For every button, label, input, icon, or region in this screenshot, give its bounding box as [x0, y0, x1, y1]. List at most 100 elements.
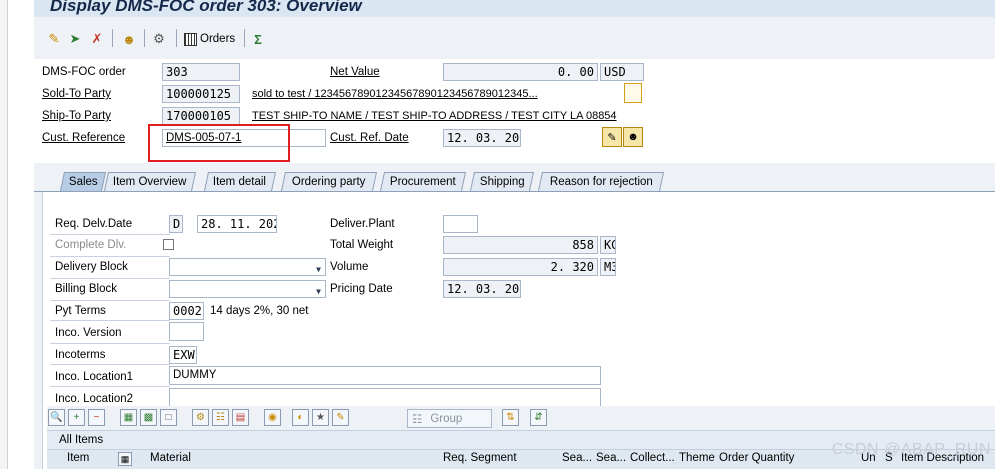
document-flow-icon[interactable]: ⚙ — [150, 30, 168, 48]
column-item[interactable]: Item — [67, 452, 89, 464]
tab-item-overview[interactable]: Item Overview — [103, 172, 197, 191]
display-change-icon[interactable]: ✎ — [45, 30, 63, 48]
tab-label: Item detail — [213, 176, 267, 188]
person-icon[interactable]: ☻ — [623, 127, 643, 147]
pyt-terms-text: 14 days 2%, 30 net — [210, 305, 309, 317]
pyt-terms-label: Pyt Terms — [55, 305, 106, 317]
group-button[interactable]: ☷ Group — [407, 409, 492, 428]
tab-procurement[interactable]: Procurement — [379, 172, 467, 191]
row-divider — [50, 343, 170, 344]
tab-label: Item Overview — [113, 176, 187, 188]
cancel-check-icon[interactable]: ✗ — [88, 30, 106, 48]
tab-ordering-party[interactable]: Ordering party — [280, 172, 378, 191]
weight-unit-field[interactable]: KG — [600, 236, 616, 254]
sort-ascending-icon[interactable]: ⇅ — [502, 409, 519, 426]
sold-to-description[interactable]: sold to test / 1234567890123456789012345… — [252, 88, 617, 100]
table-icon — [184, 32, 197, 46]
column-theme[interactable]: Theme — [679, 452, 715, 464]
column-order-quantity[interactable]: Order Quantity — [719, 452, 794, 464]
forward-icon[interactable]: ➤ — [66, 30, 84, 48]
toolbar-separator — [176, 29, 177, 47]
availability-icon[interactable]: ◐ — [292, 409, 309, 426]
delete-row-icon[interactable]: − — [88, 409, 105, 426]
column-settings-icon[interactable]: ▦ — [118, 452, 132, 466]
cust-ref-date-field[interactable]: 12. 03. 2024 — [443, 129, 521, 147]
sold-to-label[interactable]: Sold-To Party — [42, 88, 111, 100]
select-all-icon[interactable]: ▦ — [120, 409, 137, 426]
sigma-icon[interactable]: Σ — [249, 30, 267, 48]
pricing-icon[interactable]: ★ — [312, 409, 329, 426]
sold-to-field[interactable]: 100000125 — [162, 85, 240, 103]
total-weight-field[interactable]: 858 — [443, 236, 598, 254]
tab-reason-for-rejection[interactable]: Reason for rejection — [537, 172, 665, 191]
tab-label: Procurement — [389, 176, 456, 188]
item-detail-icon[interactable]: 🔍 — [48, 409, 65, 426]
cust-ref-date-label[interactable]: Cust. Ref. Date — [330, 132, 409, 144]
highlight-box — [148, 124, 290, 162]
deliver-plant-field[interactable] — [443, 215, 478, 233]
chevron-down-icon: ▼ — [316, 265, 321, 274]
inco-location2-field[interactable] — [169, 388, 601, 407]
left-frame — [0, 0, 8, 469]
column-req-segment[interactable]: Req. Segment — [443, 452, 517, 464]
ship-to-description[interactable]: TEST SHIP-TO NAME / TEST SHIP-TO ADDRESS… — [252, 110, 652, 122]
net-value-label[interactable]: Net Value — [330, 66, 380, 78]
conditions-icon[interactable]: ☷ — [212, 409, 229, 426]
req-delv-type-field[interactable]: D — [169, 215, 183, 233]
chevron-down-icon: ▼ — [316, 287, 321, 296]
complete-dlv-checkbox[interactable] — [163, 239, 174, 250]
row-divider — [50, 234, 170, 235]
toolbar-separator — [244, 29, 245, 47]
delivery-block-dropdown[interactable]: ▼ — [169, 258, 326, 276]
orders-button[interactable]: Orders — [184, 30, 235, 48]
volume-unit-field[interactable]: M3 — [600, 258, 616, 276]
tab-sales[interactable]: Sales — [59, 172, 107, 191]
column-season-year[interactable]: Sea... — [596, 452, 626, 464]
cust-reference-label[interactable]: Cust. Reference — [42, 132, 125, 144]
row-divider — [50, 320, 170, 321]
billing-block-label: Billing Block — [55, 283, 117, 295]
column-season[interactable]: Sea... — [562, 452, 592, 464]
document-icon[interactable] — [624, 83, 642, 103]
configuration-icon[interactable]: ⚙ — [192, 409, 209, 426]
incoterms-label: Incoterms — [55, 349, 106, 361]
req-delv-date-field[interactable]: 28. 11. 2024 — [197, 215, 277, 233]
column-material[interactable]: Material — [150, 452, 191, 464]
edit-items-icon[interactable]: ✎ — [332, 409, 349, 426]
pricing-date-field[interactable]: 12. 03. 2024 — [443, 280, 521, 298]
order-number-field[interactable]: 303 — [162, 63, 240, 81]
tab-shipping[interactable]: Shipping — [469, 172, 535, 191]
select-block-icon[interactable]: ▩ — [140, 409, 157, 426]
edit-icon[interactable]: ✎ — [602, 127, 622, 147]
currency-field[interactable]: USD — [600, 63, 644, 81]
req-delv-date-label: Req. Delv.Date — [55, 218, 133, 230]
row-divider — [50, 300, 170, 301]
tab-item-detail[interactable]: Item detail — [203, 172, 277, 191]
tab-label: Sales — [68, 176, 98, 188]
group-icon: ☷ — [412, 413, 423, 426]
billing-block-dropdown[interactable]: ▼ — [169, 280, 326, 298]
inco-version-field[interactable] — [169, 322, 204, 341]
delivery-block-label: Delivery Block — [55, 261, 128, 273]
toolbar-separator — [112, 29, 113, 47]
column-collection[interactable]: Collect... — [630, 452, 675, 464]
schedule-lines-icon[interactable]: ▤ — [232, 409, 249, 426]
group-label: Group — [430, 412, 463, 425]
inco-location2-label: Inco. Location2 — [55, 393, 134, 405]
volume-field[interactable]: 2. 320 — [443, 258, 598, 276]
deselect-all-icon[interactable]: □ — [160, 409, 177, 426]
structure-icon[interactable]: ◉ — [264, 409, 281, 426]
window-title: Display DMS-FOC order 303: Overview — [50, 0, 362, 15]
incoterms-field[interactable]: EXW — [169, 346, 197, 364]
inco-location1-field[interactable]: DUMMY — [169, 366, 601, 385]
inco-version-label: Inco. Version — [55, 327, 122, 339]
net-value-field[interactable]: 0. 00 — [443, 63, 598, 81]
pyt-terms-field[interactable]: 0002 — [169, 302, 204, 320]
insert-row-icon[interactable]: + — [68, 409, 85, 426]
row-divider — [50, 278, 170, 279]
ship-to-field[interactable]: 170000105 — [162, 107, 240, 125]
volume-label: Volume — [330, 261, 369, 273]
sort-descending-icon[interactable]: ⇵ — [530, 409, 547, 426]
ship-to-label[interactable]: Ship-To Party — [42, 110, 111, 122]
partner-icon[interactable]: ☻ — [120, 30, 138, 48]
